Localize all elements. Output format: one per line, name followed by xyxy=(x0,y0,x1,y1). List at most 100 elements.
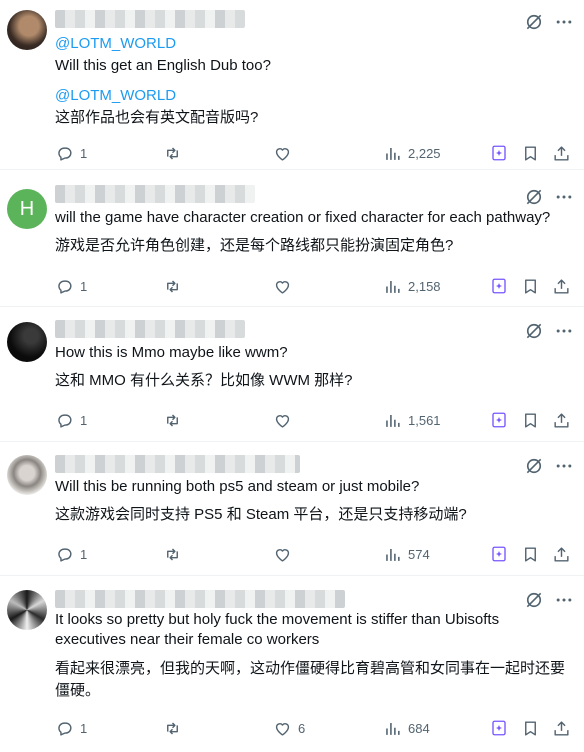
bookmark-button[interactable] xyxy=(521,717,540,739)
share-button[interactable] xyxy=(552,275,571,297)
user-name-blurred[interactable] xyxy=(55,320,245,338)
share-icon xyxy=(554,720,569,736)
grok-more-icon[interactable] xyxy=(524,321,544,341)
reply-post[interactable]: It looks so pretty but holy fuck the mov… xyxy=(0,577,584,752)
like-button[interactable] xyxy=(273,142,298,164)
more-icon[interactable] xyxy=(554,12,574,32)
views-icon xyxy=(386,280,400,293)
reply-text-en: Will this get an English Dub too? xyxy=(55,57,271,74)
reply-button[interactable]: 1 xyxy=(55,275,87,297)
views-icon xyxy=(386,722,400,735)
share-button[interactable] xyxy=(552,717,571,739)
mention-link[interactable]: @LOTM_WORLD xyxy=(55,86,572,106)
repost-button[interactable] xyxy=(163,275,182,297)
avatar[interactable] xyxy=(7,590,47,630)
reply-icon xyxy=(58,146,72,161)
reply-count: 1 xyxy=(80,720,88,736)
like-button[interactable] xyxy=(273,409,298,431)
more-icon[interactable] xyxy=(554,321,574,341)
reply-text-en: It looks so pretty but holy fuck the mov… xyxy=(55,611,500,648)
views-count: 2,225 xyxy=(408,145,441,161)
views-count: 684 xyxy=(408,720,430,736)
reply-icon xyxy=(58,721,72,736)
share-button[interactable] xyxy=(552,409,571,431)
repost-button[interactable] xyxy=(163,717,182,739)
share-icon xyxy=(554,145,569,161)
repost-icon xyxy=(167,721,178,735)
grok-more-icon[interactable] xyxy=(524,456,544,476)
user-name-blurred[interactable] xyxy=(55,185,255,203)
reply-text-en: will the game have character creation or… xyxy=(55,209,551,226)
like-button[interactable]: 6 xyxy=(273,717,305,739)
reply-count: 1 xyxy=(80,145,88,161)
repost-button[interactable] xyxy=(163,543,182,565)
reply-button[interactable]: 1 xyxy=(55,142,87,164)
user-name-blurred[interactable] xyxy=(55,455,300,473)
reply-button[interactable]: 1 xyxy=(55,409,87,431)
bookmark-button[interactable] xyxy=(521,275,540,297)
views-button[interactable]: 1,561 xyxy=(383,409,441,431)
reply-post[interactable]: Will this be running both ps5 and steam … xyxy=(0,443,584,576)
avatar[interactable] xyxy=(7,322,47,362)
reply-text: will the game have character creation or… xyxy=(55,208,572,256)
repost-button[interactable] xyxy=(163,409,182,431)
reply-text-zh: 这款游戏会同时支持 PS5 和 Steam 平台，还是只支持移动端? xyxy=(55,506,467,523)
avatar[interactable]: H xyxy=(7,189,47,229)
grok-more-icon[interactable] xyxy=(524,590,544,610)
grok-button[interactable] xyxy=(490,543,508,565)
reply-post[interactable]: @LOTM_WORLD Will this get an English Dub… xyxy=(0,0,584,170)
reply-button[interactable]: 1 xyxy=(55,717,87,739)
action-bar: 1 2,158 xyxy=(55,275,574,297)
views-button[interactable]: 2,225 xyxy=(383,142,441,164)
views-button[interactable]: 684 xyxy=(383,717,430,739)
bookmark-button[interactable] xyxy=(521,409,540,431)
reply-text: How this is Mmo maybe like wwm? 这和 MMO 有… xyxy=(55,343,572,391)
grok-button[interactable] xyxy=(490,409,508,431)
grok-more-icon[interactable] xyxy=(524,12,544,32)
reply-text-zh: 看起来很漂亮，但我的天啊，这动作僵硬得比育碧高管和女同事在一起时还要僵硬。 xyxy=(55,660,566,699)
bookmark-button[interactable] xyxy=(521,142,540,164)
bookmark-icon xyxy=(525,412,536,428)
reply-text-zh: 游戏是否允许角色创建，还是每个路线都只能扮演固定角色? xyxy=(55,237,454,254)
views-button[interactable]: 574 xyxy=(383,543,430,565)
bookmark-icon xyxy=(525,278,536,294)
heart-icon xyxy=(275,548,290,562)
reply-text: Will this be running both ps5 and steam … xyxy=(55,477,572,525)
grok-button[interactable] xyxy=(490,142,508,164)
reply-text-en: How this is Mmo maybe like wwm? xyxy=(55,344,288,361)
repost-button[interactable] xyxy=(163,142,182,164)
more-icon[interactable] xyxy=(554,456,574,476)
avatar[interactable] xyxy=(7,455,47,495)
reply-button[interactable]: 1 xyxy=(55,543,87,565)
views-icon xyxy=(386,147,400,160)
grok-more-icon[interactable] xyxy=(524,187,544,207)
like-button[interactable] xyxy=(273,543,298,565)
mention-link[interactable]: @LOTM_WORLD xyxy=(55,34,572,54)
grok-icon xyxy=(492,145,506,161)
heart-icon xyxy=(275,722,290,736)
views-button[interactable]: 2,158 xyxy=(383,275,441,297)
avatar[interactable] xyxy=(7,10,47,50)
repost-icon xyxy=(167,413,178,427)
grok-button[interactable] xyxy=(490,275,508,297)
share-button[interactable] xyxy=(552,543,571,565)
grok-button[interactable] xyxy=(490,717,508,739)
user-name-blurred[interactable] xyxy=(55,590,345,608)
user-name-blurred[interactable] xyxy=(55,10,245,28)
views-icon xyxy=(386,548,400,561)
grok-icon xyxy=(492,412,506,428)
grok-icon xyxy=(492,546,506,562)
more-icon[interactable] xyxy=(554,187,574,207)
bookmark-button[interactable] xyxy=(521,543,540,565)
reply-text: @LOTM_WORLD Will this get an English Dub… xyxy=(55,34,572,128)
share-button[interactable] xyxy=(552,142,571,164)
reply-post[interactable]: How this is Mmo maybe like wwm? 这和 MMO 有… xyxy=(0,308,584,442)
more-icon[interactable] xyxy=(554,590,574,610)
reply-post[interactable]: H will the game have character creation … xyxy=(0,171,584,307)
like-button[interactable] xyxy=(273,275,298,297)
bookmark-icon xyxy=(525,145,536,161)
action-bar: 1 574 xyxy=(55,543,574,565)
views-count: 1,561 xyxy=(408,412,441,428)
action-bar: 1 2,225 xyxy=(55,142,574,164)
share-icon xyxy=(554,546,569,562)
